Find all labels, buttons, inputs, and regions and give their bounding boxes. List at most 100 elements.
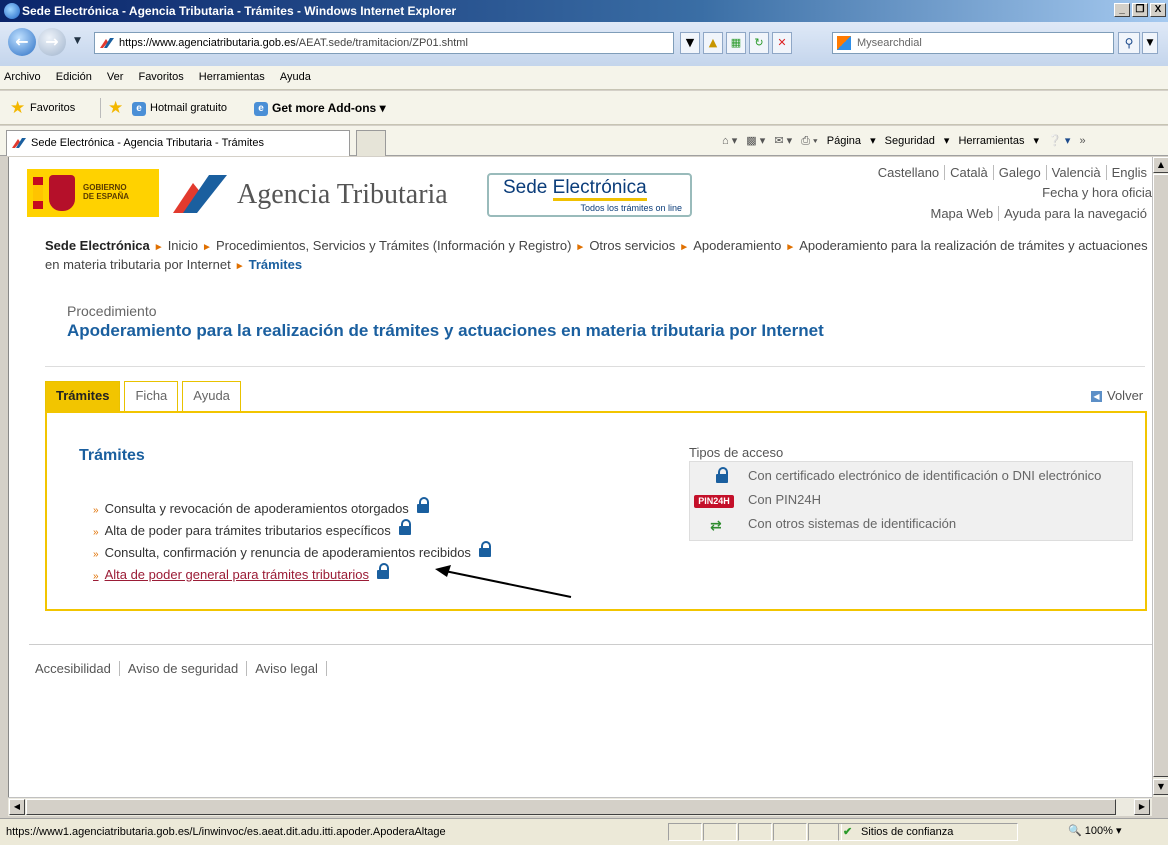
command-items: ⌂ ▾ ▩ ▾ ✉ ▾ ⎙ ▾ Página ▾ Seguridad ▾ Her… bbox=[722, 126, 1092, 156]
url-host: https://www.agenciatributaria.gob.es bbox=[119, 37, 296, 49]
tramite-label: Consulta y revocación de apoderamientos … bbox=[104, 501, 409, 516]
status-bar: https://www1.agenciatributaria.gob.es/L/… bbox=[0, 818, 1168, 845]
search-options-icon[interactable]: ▼ bbox=[1142, 32, 1158, 54]
lock-icon bbox=[377, 563, 390, 580]
herramientas-menu[interactable]: Herramientas ▾ bbox=[958, 135, 1039, 147]
forward-button[interactable]: → bbox=[38, 28, 66, 56]
mapa-web-link[interactable]: Mapa Web bbox=[925, 206, 998, 221]
hscroll-thumb[interactable] bbox=[26, 799, 1116, 815]
search-input[interactable]: Mysearchdial bbox=[832, 32, 1114, 54]
tramite-item[interactable]: » Consulta y revocación de apoderamientos… bbox=[93, 497, 429, 516]
minimize-button[interactable]: _ bbox=[1114, 3, 1130, 17]
sede-word: Sede bbox=[503, 177, 553, 198]
breadcrumb-arrow-icon: ► bbox=[153, 242, 164, 253]
language-links: Castellano Català Galego Valencià Englis bbox=[873, 165, 1152, 180]
address-bar: ← → ▼ https://www.agenciatributaria.gob.… bbox=[0, 22, 1168, 66]
tab-ficha[interactable]: Ficha bbox=[124, 381, 179, 411]
mysearchdial-icon bbox=[837, 36, 851, 50]
vertical-scrollbar[interactable]: ▲ ▼ bbox=[1152, 157, 1168, 797]
back-button[interactable]: ← bbox=[8, 28, 36, 56]
lang-castellano[interactable]: Castellano bbox=[873, 165, 944, 180]
tramite-item-alta-poder-general[interactable]: » Alta de poder general para trámites tri… bbox=[93, 563, 390, 582]
stop-icon[interactable]: ✕ bbox=[772, 32, 792, 54]
security-zone[interactable]: ✔ Sitios de confianza bbox=[838, 823, 1018, 841]
status-cell bbox=[738, 823, 772, 841]
favorites-button[interactable]: Favoritos bbox=[30, 91, 75, 125]
scroll-left-icon[interactable]: ◀ bbox=[9, 799, 25, 815]
agencia-tributaria-logo-icon[interactable] bbox=[169, 171, 231, 215]
volver-link[interactable]: ◀ Volver bbox=[1091, 388, 1143, 403]
new-tab-button[interactable] bbox=[356, 130, 386, 156]
menu-archivo[interactable]: Archivo bbox=[0, 66, 47, 88]
horizontal-scrollbar[interactable]: ◀ ▶ bbox=[8, 797, 1152, 816]
pagina-menu[interactable]: Página ▾ bbox=[827, 135, 876, 147]
lang-english[interactable]: Englis bbox=[1105, 165, 1152, 180]
navigation-help-link[interactable]: Ayuda para la navegació bbox=[998, 206, 1152, 221]
url-input[interactable]: https://www.agenciatributaria.gob.es/AEA… bbox=[94, 32, 674, 54]
scroll-thumb[interactable] bbox=[1153, 174, 1168, 777]
search-icon[interactable]: ⚲ bbox=[1118, 32, 1140, 54]
browser-tab[interactable]: Sede Electrónica - Agencia Tributaria - … bbox=[6, 130, 350, 156]
lang-valencia[interactable]: Valencià bbox=[1045, 165, 1106, 180]
refresh-icon[interactable]: ↻ bbox=[749, 32, 769, 54]
sede-electronica-logo[interactable]: Sede Electrónica Todos los trámites on l… bbox=[487, 173, 692, 217]
tab-ayuda[interactable]: Ayuda bbox=[182, 381, 241, 411]
overflow-chevron-icon[interactable]: » bbox=[1079, 135, 1085, 147]
breadcrumb-procedimientos[interactable]: Procedimientos, Servicios y Trámites (In… bbox=[216, 238, 571, 253]
lock-icon[interactable]: ▲ bbox=[703, 32, 723, 54]
close-button[interactable]: X bbox=[1150, 3, 1166, 17]
footer-aviso-seguridad[interactable]: Aviso de seguridad bbox=[119, 661, 248, 676]
window-titlebar: Sede Electrónica - Agencia Tributaria - … bbox=[0, 0, 1168, 22]
zoom-magnifier-icon: 🔍 bbox=[1068, 825, 1082, 837]
breadcrumb-otros-servicios[interactable]: Otros servicios bbox=[589, 238, 675, 253]
search-placeholder: Mysearchdial bbox=[857, 37, 922, 49]
procedure-tabs: Trámites Ficha Ayuda bbox=[45, 381, 241, 411]
footer-aviso-legal[interactable]: Aviso legal bbox=[247, 661, 327, 676]
restore-button[interactable]: ❐ bbox=[1132, 3, 1148, 17]
print-icon[interactable]: ⎙ ▾ bbox=[801, 135, 817, 147]
url-dropdown-icon[interactable]: ▼ bbox=[680, 32, 700, 54]
menu-bar: Archivo Edición Ver Favoritos Herramient… bbox=[0, 66, 1168, 90]
page-viewport: Castellano Català Galego Valencià Englis Fec… bbox=[8, 157, 1152, 797]
feeds-icon[interactable]: ▩ ▾ bbox=[746, 135, 765, 147]
menu-edicion[interactable]: Edición bbox=[50, 66, 98, 88]
add-favorite-icon[interactable]: ★ bbox=[108, 99, 123, 116]
menu-herramientas[interactable]: Herramientas bbox=[193, 66, 271, 88]
lang-galego[interactable]: Galego bbox=[992, 165, 1046, 180]
scroll-right-icon[interactable]: ▶ bbox=[1134, 799, 1150, 815]
agencia-tributaria-name[interactable]: Agencia Tributaria bbox=[237, 179, 448, 211]
lock-icon bbox=[416, 497, 429, 514]
favorites-star-icon[interactable]: ★ bbox=[10, 99, 25, 116]
tramite-item[interactable]: » Consulta, confirmación y renuncia de ap… bbox=[93, 541, 491, 560]
scroll-down-icon[interactable]: ▼ bbox=[1153, 779, 1168, 795]
compatibility-view-icon[interactable]: ▦ bbox=[726, 32, 746, 54]
tab-tramites[interactable]: Trámites bbox=[45, 381, 121, 411]
seguridad-menu[interactable]: Seguridad ▾ bbox=[885, 135, 950, 147]
mail-icon[interactable]: ✉ ▾ bbox=[774, 135, 792, 147]
tramite-item[interactable]: » Alta de poder para trámites tributarios… bbox=[93, 519, 411, 538]
breadcrumb-tramites: Trámites bbox=[248, 257, 303, 272]
zoom-control[interactable]: 🔍 100% ▾ bbox=[1068, 823, 1160, 841]
get-more-addons-link[interactable]: Get more Add-ons ▾ bbox=[272, 91, 386, 125]
gobierno-espana-logo[interactable]: GOBIERNO DE ESPAÑA bbox=[27, 169, 159, 217]
breadcrumb-sede[interactable]: Sede Electrónica bbox=[45, 238, 150, 253]
menu-favoritos[interactable]: Favoritos bbox=[132, 66, 189, 88]
help-icon[interactable]: ❔ ▾ bbox=[1048, 135, 1070, 147]
history-dropdown-icon[interactable]: ▼ bbox=[74, 36, 81, 46]
scroll-up-icon[interactable]: ▲ bbox=[1153, 157, 1168, 173]
hotmail-link[interactable]: Hotmail gratuito bbox=[150, 91, 227, 125]
breadcrumb-inicio[interactable]: Inicio bbox=[168, 238, 198, 253]
lang-catala[interactable]: Català bbox=[944, 165, 993, 180]
menu-ayuda[interactable]: Ayuda bbox=[274, 66, 317, 88]
pin24h-badge-icon: PIN24H bbox=[694, 495, 734, 508]
breadcrumb-arrow-icon: ► bbox=[679, 242, 690, 253]
footer-accesibilidad[interactable]: Accesibilidad bbox=[35, 661, 120, 676]
electronica-word: Electrónica bbox=[552, 177, 647, 201]
agencia-tributaria-favicon-icon bbox=[12, 138, 26, 148]
home-icon[interactable]: ⌂ ▾ bbox=[722, 135, 737, 147]
menu-ver[interactable]: Ver bbox=[101, 66, 130, 88]
breadcrumb-apoderamiento[interactable]: Apoderamiento bbox=[693, 238, 781, 253]
pagina-label: Página bbox=[826, 135, 862, 147]
bullet-arrow-icon: » bbox=[93, 505, 99, 516]
spain-flag-icon bbox=[33, 177, 43, 209]
